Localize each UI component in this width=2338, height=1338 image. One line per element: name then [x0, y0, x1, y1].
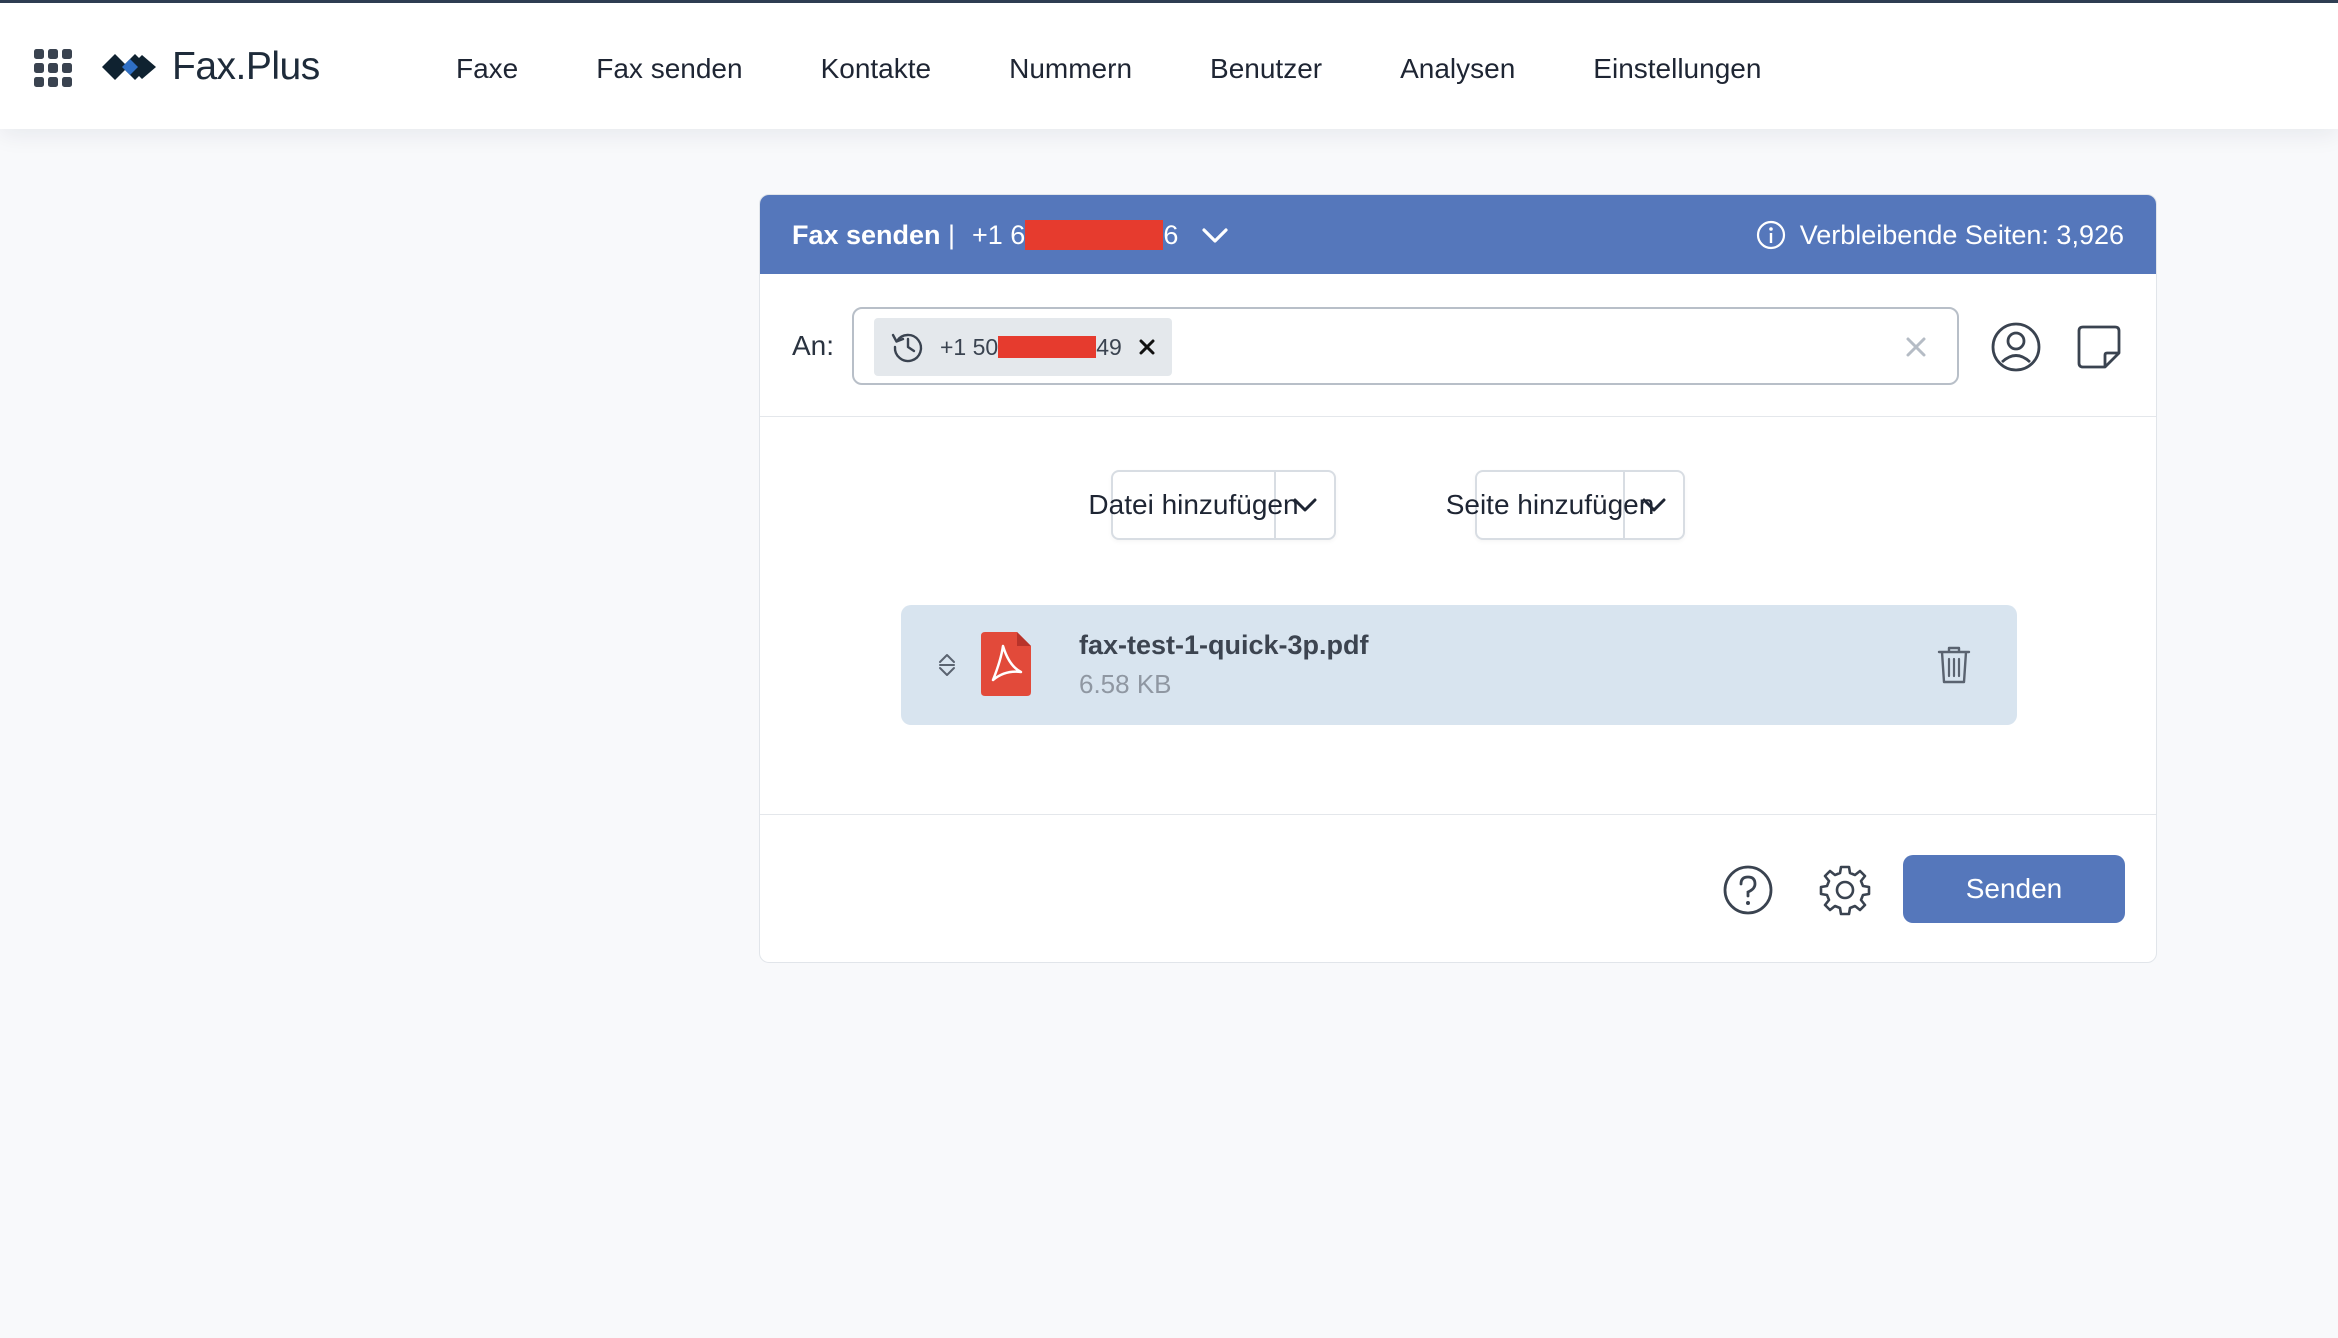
add-file-split-button: Datei hinzufügen [1088, 470, 1336, 540]
app-grid-icon[interactable] [34, 49, 72, 87]
remaining-pages: Verbleibende Seiten: 3,926 [1756, 215, 2124, 255]
pdf-file-icon [981, 632, 1031, 696]
recipient-number-prefix: +1 50 [940, 333, 999, 360]
attached-file-row[interactable]: fax-test-1-quick-3p.pdf 6.58 KB [901, 605, 2017, 725]
nav-item-kontakte[interactable]: Kontakte [821, 47, 932, 91]
add-file-button[interactable]: Datei hinzufügen [1088, 472, 1299, 538]
drag-handle-icon[interactable] [937, 651, 957, 679]
send-fax-card: Fax senden | +1 6 6 Verbleibende Seiten:… [759, 194, 2157, 963]
redaction-mark [998, 336, 1097, 358]
nav-item-analysen[interactable]: Analysen [1400, 47, 1515, 91]
info-icon [1756, 220, 1785, 250]
recipient-number-suffix: 49 [1096, 333, 1122, 360]
redaction-mark [1025, 220, 1164, 250]
sender-number-suffix: 6 [1163, 220, 1179, 250]
send-fax-title: Fax senden [792, 220, 941, 250]
file-size: 6.58 KB [1079, 669, 1172, 699]
header-separator: | [948, 220, 956, 250]
remaining-pages-text: Verbleibende Seiten: 3,926 [1799, 220, 2124, 250]
top-navigation-bar: Fax.Plus Faxe Fax senden Kontakte Nummer… [0, 0, 2338, 129]
to-label: An: [792, 330, 835, 361]
chevron-down-icon [1293, 498, 1317, 512]
gear-icon[interactable] [1819, 864, 1871, 916]
sender-number[interactable]: +1 6 6 [972, 215, 1178, 255]
add-page-button[interactable]: Seite hinzufügen [1446, 472, 1654, 538]
nav-item-nummern[interactable]: Nummern [1009, 47, 1132, 91]
clear-icon[interactable] [1901, 332, 1931, 362]
add-file-dropdown[interactable] [1276, 472, 1334, 538]
sender-number-prefix: +1 6 [972, 220, 1026, 250]
help-icon[interactable] [1722, 864, 1774, 916]
chevron-down-icon[interactable] [1200, 221, 1230, 249]
recipient-input[interactable]: +1 50 49 [852, 307, 1959, 385]
file-name: fax-test-1-quick-3p.pdf [1079, 630, 1369, 660]
trash-icon[interactable] [1937, 645, 1971, 685]
nav-item-benutzer[interactable]: Benutzer [1210, 47, 1322, 91]
add-page-dropdown[interactable] [1625, 472, 1683, 538]
recipient-row: An: +1 50 49 [760, 274, 2156, 417]
app-logo[interactable]: Fax.Plus [100, 39, 320, 95]
note-icon[interactable] [2074, 322, 2124, 372]
recipient-number: +1 50 49 [940, 334, 1122, 361]
close-icon[interactable] [1134, 332, 1160, 362]
app-name: Fax.Plus [172, 45, 320, 88]
add-page-split-button: Seite hinzufügen [1446, 470, 1685, 540]
contact-icon[interactable] [1990, 321, 2042, 373]
fax-plus-logo [102, 54, 156, 80]
recipient-chip[interactable]: +1 50 49 [874, 318, 1172, 376]
nav-item-fax-senden[interactable]: Fax senden [596, 47, 742, 91]
send-fax-header: Fax senden | +1 6 6 Verbleibende Seiten:… [760, 195, 2156, 274]
main-nav: Faxe Fax senden Kontakte Nummern Benutze… [456, 47, 1839, 91]
send-button[interactable]: Senden [1903, 855, 2125, 923]
nav-item-faxe[interactable]: Faxe [456, 47, 518, 91]
chevron-down-icon [1642, 498, 1666, 512]
footer-divider [760, 814, 2156, 815]
history-icon [891, 333, 923, 363]
nav-item-einstellungen[interactable]: Einstellungen [1593, 47, 1761, 91]
